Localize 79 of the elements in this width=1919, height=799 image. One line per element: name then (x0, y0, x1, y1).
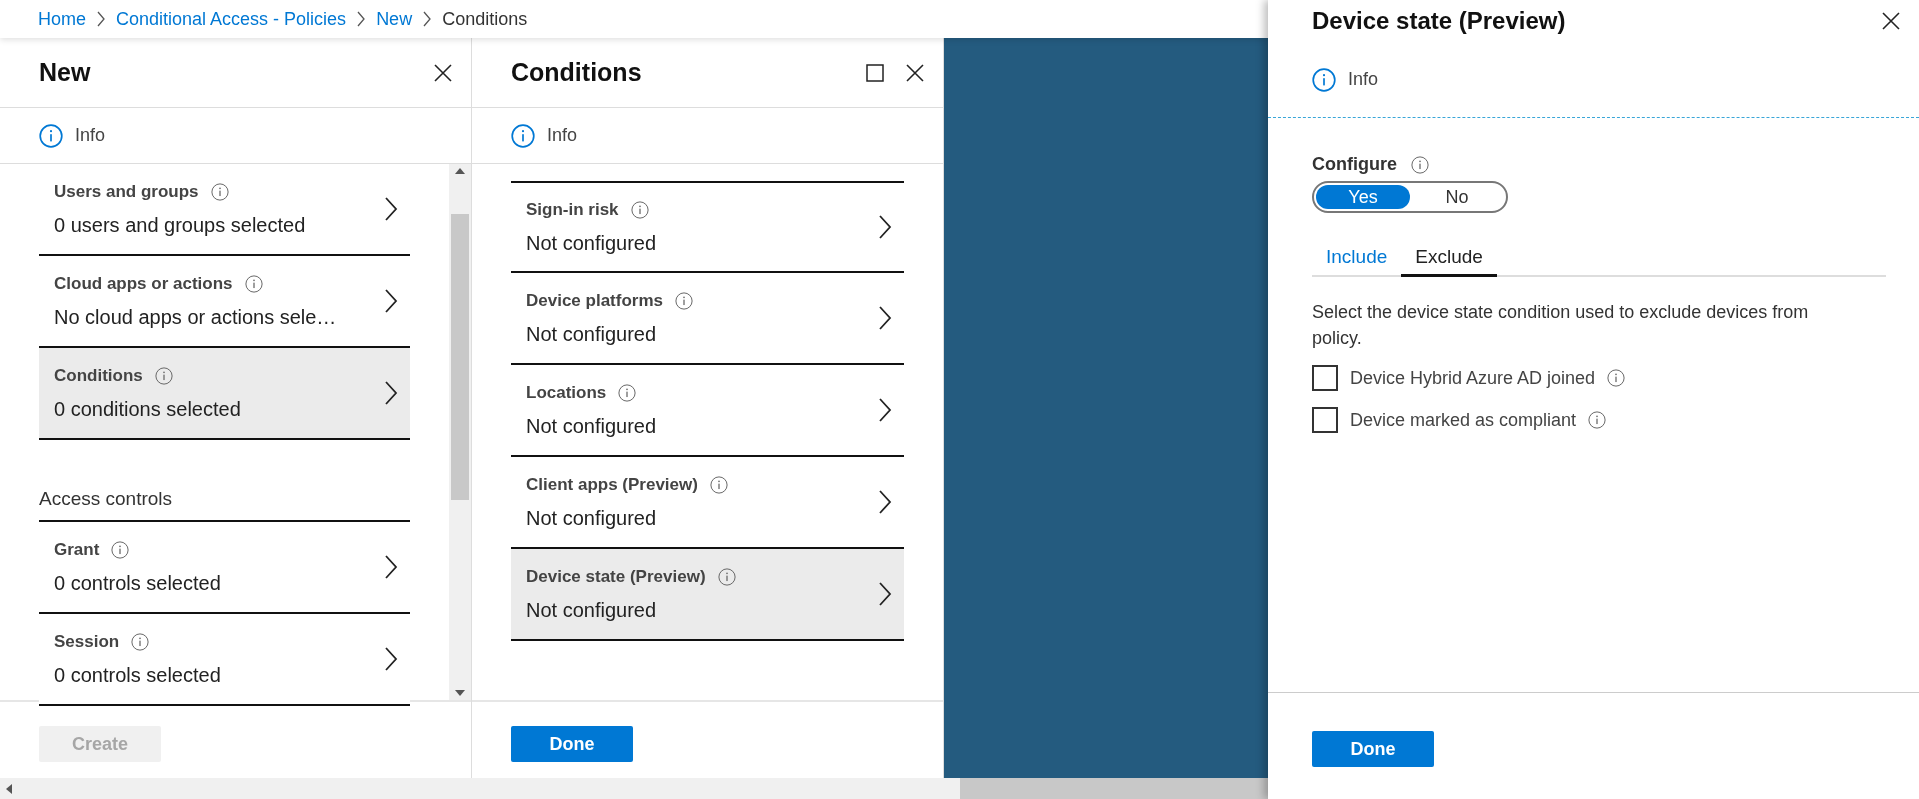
item-label: Device state (Preview) (526, 566, 706, 587)
chevron-right-icon (878, 397, 892, 423)
chevron-right-icon (384, 554, 398, 580)
info-icon (154, 366, 173, 385)
item-value: Not configured (526, 231, 658, 255)
item-label: Users and groups (54, 181, 199, 202)
info-icon (1607, 369, 1626, 387)
info-icon (210, 182, 229, 201)
item-label: Grant (54, 539, 100, 560)
breadcrumb-link[interactable]: Conditional Access - Policies (116, 8, 347, 30)
info-icon (1411, 155, 1429, 174)
item-value: 0 users and groups selected (54, 213, 307, 237)
breadcrumb-link[interactable]: Home (38, 8, 86, 30)
info-icon (717, 567, 736, 586)
breadcrumb-current: Conditions (442, 8, 528, 30)
chevron-right-icon (384, 196, 398, 222)
info-icon (1588, 411, 1607, 429)
info-icon (709, 475, 728, 494)
vertical-scrollbar[interactable] (449, 164, 471, 700)
tab[interactable]: Exclude (1401, 239, 1497, 277)
toggle-option[interactable]: Yes (1316, 185, 1410, 209)
info-link[interactable]: Info (1348, 69, 1379, 90)
info-link[interactable]: Info (547, 125, 578, 146)
info-icon (630, 200, 649, 219)
tab[interactable]: Include (1312, 239, 1402, 277)
condition-item[interactable]: Sign-in risk Not configured (511, 181, 904, 273)
info-icon (511, 123, 535, 148)
blade-title: New (39, 58, 92, 87)
item-label: Session (54, 631, 120, 652)
breadcrumb-link[interactable]: New (376, 8, 413, 30)
item-label: Device platforms (526, 290, 663, 311)
info-icon (39, 123, 63, 148)
item-value: 0 controls selected (54, 663, 222, 687)
blade-title: Conditions (511, 58, 643, 87)
checkbox[interactable] (1312, 365, 1338, 391)
item-value: Not configured (526, 506, 658, 530)
horizontal-scrollbar[interactable] (0, 778, 1268, 799)
chevron-right-icon (878, 581, 892, 607)
chevron-right-icon (878, 305, 892, 331)
configure-label: Configure (1312, 154, 1397, 175)
condition-item[interactable]: Device state (Preview) Not configured (511, 549, 904, 641)
item-label: Conditions (54, 365, 143, 386)
info-link[interactable]: Info (75, 125, 106, 146)
checkbox-label: Device marked as compliant (1350, 409, 1577, 431)
item-value: 0 conditions selected (54, 397, 242, 421)
info-icon (244, 274, 263, 293)
item-value: No cloud apps or actions sele… (54, 305, 338, 329)
info-icon (675, 291, 693, 310)
chevron-right-icon (878, 489, 892, 515)
checkbox-label: Device Hybrid Azure AD joined (1350, 367, 1596, 389)
info-icon (1312, 67, 1336, 92)
toggle-option[interactable]: No (1410, 185, 1504, 209)
info-icon (131, 632, 150, 651)
item-label: Sign-in risk (526, 199, 619, 220)
info-icon (618, 383, 637, 402)
item-value: Not configured (526, 598, 658, 622)
scroll-down-icon[interactable] (455, 690, 465, 696)
item-label: Locations (526, 382, 607, 403)
panel-title: Device state (Preview) (1312, 7, 1567, 35)
chevron-right-icon (422, 11, 433, 27)
done-button[interactable]: Done (1312, 731, 1434, 767)
item-label: Cloud apps or actions (54, 273, 233, 294)
item-label: Client apps (Preview) (526, 474, 698, 495)
item-value: Not configured (526, 414, 658, 438)
chevron-right-icon (878, 214, 892, 240)
description-text: Select the device state condition used to exclude devices from policy. (1312, 301, 1810, 350)
info-icon (111, 540, 130, 559)
chevron-right-icon (384, 646, 398, 672)
scroll-left-icon[interactable] (6, 783, 12, 794)
condition-item[interactable]: Conditions 0 conditions selected (39, 348, 410, 440)
chevron-right-icon (96, 11, 106, 27)
chevron-right-icon (384, 380, 398, 406)
scroll-up-icon[interactable] (455, 168, 465, 174)
item-value: 0 controls selected (54, 571, 222, 595)
done-button[interactable]: Done (511, 726, 633, 762)
item-value: Not configured (526, 322, 658, 346)
chevron-right-icon (384, 288, 398, 314)
checkbox[interactable] (1312, 407, 1338, 433)
chevron-right-icon (356, 11, 367, 27)
